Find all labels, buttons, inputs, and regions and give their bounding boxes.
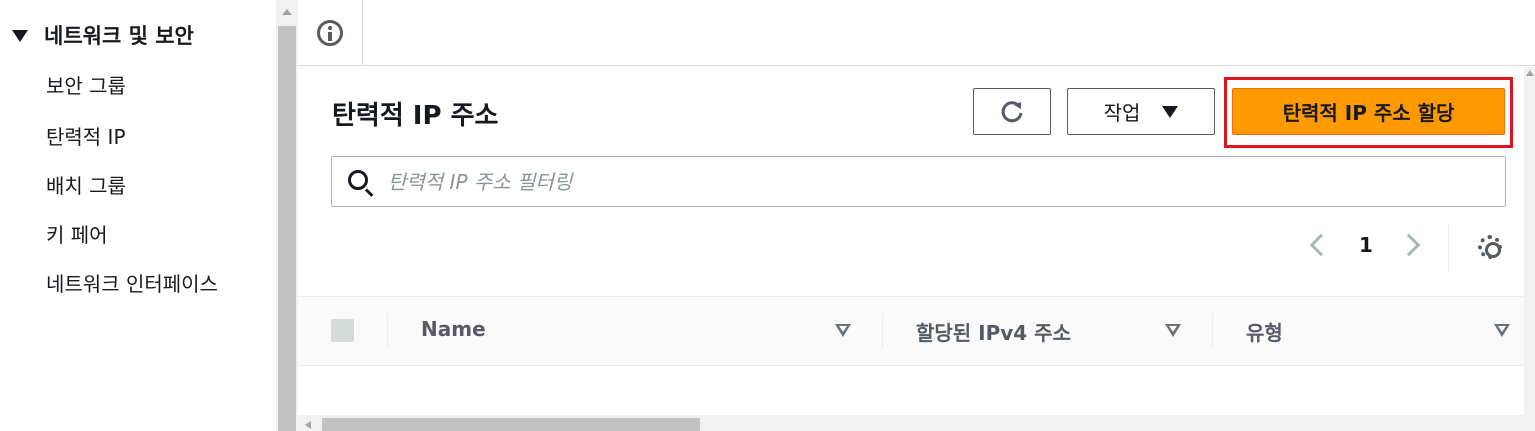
column-divider[interactable] <box>1212 314 1213 348</box>
refresh-icon <box>1001 100 1023 122</box>
column-header-name[interactable]: Name <box>421 317 486 341</box>
actions-label: 작업 <box>1103 101 1141 125</box>
caret-down-icon <box>12 30 28 42</box>
sidebar-scrollbar-thumb[interactable] <box>278 26 296 431</box>
sort-icon[interactable] <box>1494 324 1510 338</box>
info-circle-icon[interactable] <box>317 20 343 46</box>
table-header: Name 할당된 IPv4 주소 유형 <box>298 296 1524 366</box>
caret-down-icon <box>1162 105 1179 118</box>
sidebar-section-network-security[interactable]: 네트워크 및 보안 <box>12 20 194 50</box>
sidebar-item-security-groups[interactable]: 보안 그룹 <box>46 70 126 99</box>
sidebar-section-title: 네트워크 및 보안 <box>44 24 194 48</box>
select-all-checkbox[interactable] <box>331 319 354 342</box>
vertical-scrollbar[interactable] <box>1524 67 1535 431</box>
info-tab[interactable] <box>298 0 363 66</box>
search-icon <box>348 170 368 190</box>
sidebar-item-elastic-ip[interactable]: 탄력적 IP <box>46 121 126 150</box>
column-header-type[interactable]: 유형 <box>1246 317 1283 346</box>
actions-dropdown-button[interactable]: 작업 <box>1067 88 1215 135</box>
page-number[interactable]: 1 <box>1359 233 1373 257</box>
sort-icon[interactable] <box>1165 324 1181 338</box>
allocate-elastic-ip-button[interactable]: 탄력적 IP 주소 할당 <box>1232 88 1505 135</box>
refresh-button[interactable] <box>973 88 1051 135</box>
scroll-up-icon[interactable] <box>276 0 298 24</box>
sidebar: 네트워크 및 보안 보안 그룹 탄력적 IP 배치 그룹 키 페어 네트워크 인… <box>0 0 276 431</box>
previous-page-icon[interactable] <box>1309 233 1333 257</box>
top-bar <box>298 0 1535 66</box>
sidebar-item-key-pairs[interactable]: 키 페어 <box>46 219 108 248</box>
gear-icon[interactable] <box>1478 235 1502 259</box>
column-divider <box>387 314 388 348</box>
sidebar-item-network-interfaces[interactable]: 네트워크 인터페이스 <box>46 268 218 297</box>
column-divider[interactable] <box>882 314 883 348</box>
scroll-up-icon[interactable] <box>1526 70 1534 76</box>
search-input[interactable] <box>388 165 1488 198</box>
main-panel: 탄력적 IP 주소 작업 탄력적 IP 주소 할당 1 Name 할당된 IPv… <box>298 67 1524 431</box>
sidebar-item-placement-groups[interactable]: 배치 그룹 <box>46 170 126 199</box>
next-page-icon[interactable] <box>1397 233 1421 257</box>
horizontal-scrollbar-thumb[interactable] <box>322 418 700 431</box>
pager-divider <box>1448 225 1449 271</box>
column-header-ipv4[interactable]: 할당된 IPv4 주소 <box>916 317 1071 346</box>
scroll-left-icon[interactable] <box>305 421 311 429</box>
search-box[interactable] <box>331 156 1506 207</box>
page-title: 탄력적 IP 주소 <box>332 101 499 131</box>
sort-icon[interactable] <box>835 324 851 338</box>
